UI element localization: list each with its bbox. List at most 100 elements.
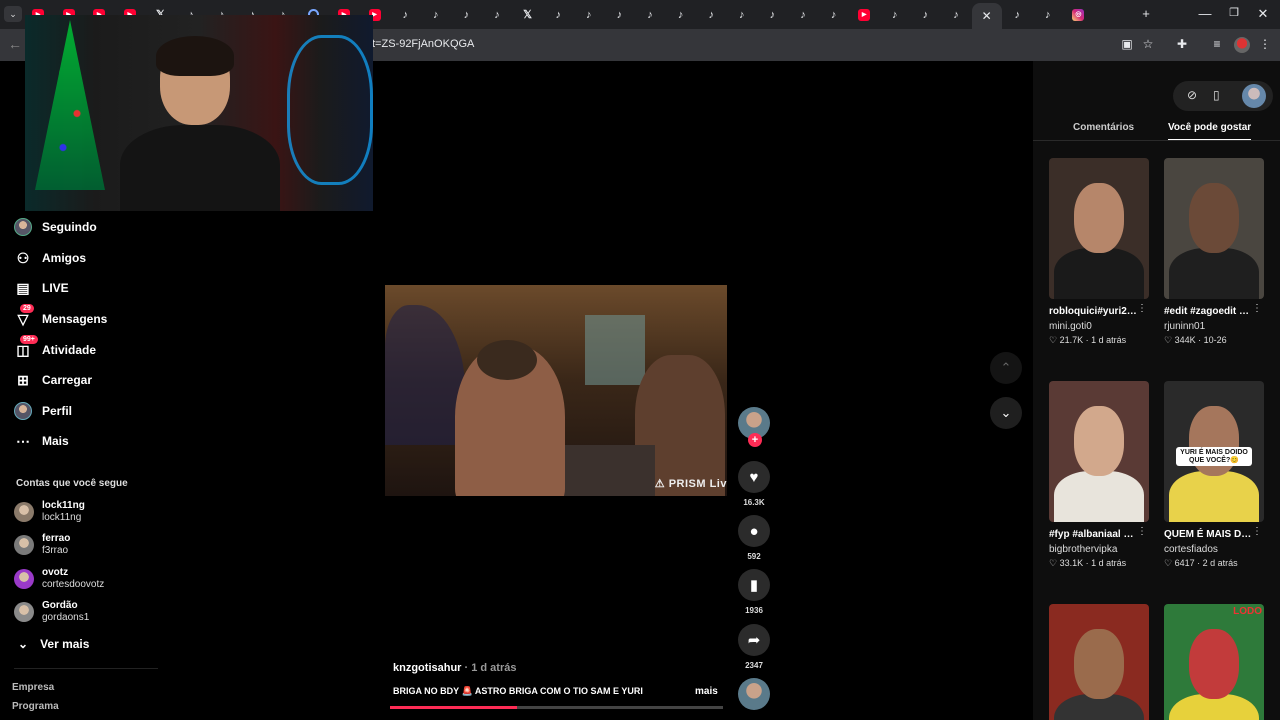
browser-tab[interactable]: ▶: [849, 4, 879, 25]
browser-tab[interactable]: ♪: [788, 4, 818, 25]
recommended-video-card[interactable]: #fyp #albaniaal #kosova #bbvk...⋮ bigbrot…: [1049, 381, 1149, 569]
profile-avatar[interactable]: [1234, 37, 1250, 53]
thumbnail-text: YURI É MAIS DOIDO QUE VOCÊ?😊: [1176, 447, 1252, 466]
close-icon[interactable]: ✕: [982, 9, 992, 23]
bookmark-button[interactable]: ▮ 1936: [738, 569, 770, 615]
video-thumbnail[interactable]: [1049, 158, 1149, 299]
browser-tab[interactable]: ♪: [482, 4, 512, 25]
browser-tab[interactable]: ♪: [819, 4, 849, 25]
browser-tab[interactable]: ♪: [451, 4, 481, 25]
following-account[interactable]: Gordão gordaons1: [14, 600, 89, 624]
browser-tab[interactable]: ♪: [757, 4, 787, 25]
footer-link-company[interactable]: Empresa: [12, 682, 54, 693]
nav-profile[interactable]: Perfil: [14, 399, 72, 423]
tab-comments[interactable]: Comentários: [1073, 122, 1134, 133]
card-likes: 344K: [1174, 335, 1196, 345]
video-thumbnail[interactable]: YURI É MAIS DOIDO QUE VOCÊ?😊: [1164, 381, 1264, 522]
sound-avatar[interactable]: [738, 678, 770, 710]
browser-tab[interactable]: ♪: [543, 4, 573, 25]
video-thumbnail[interactable]: [1164, 158, 1264, 299]
browser-tab[interactable]: 𝕏: [513, 4, 543, 25]
browser-tab[interactable]: ♪: [666, 4, 696, 25]
browser-tab[interactable]: ♪: [910, 4, 940, 25]
nav-messages-label: Mensagens: [42, 312, 108, 326]
browser-tab[interactable]: ✕: [971, 3, 1002, 29]
browser-tab[interactable]: ♪: [696, 4, 726, 25]
caption-more-link[interactable]: mais: [695, 686, 718, 697]
recommended-video-card[interactable]: LODO: [1164, 604, 1264, 720]
browser-tab[interactable]: ♪: [574, 4, 604, 25]
following-account[interactable]: lock11ng lock11ng: [14, 500, 85, 524]
video-progress-bar[interactable]: [390, 706, 723, 709]
nav-live[interactable]: ▤ LIVE: [14, 276, 68, 300]
nav-messages[interactable]: ▽ 29 Mensagens: [14, 304, 108, 331]
minimize-button[interactable]: —: [1195, 6, 1215, 21]
video-thumbnail[interactable]: [1049, 381, 1149, 522]
browser-tab[interactable]: ◎: [1063, 4, 1093, 25]
webcam-overlay: [25, 15, 373, 211]
new-tab-button[interactable]: +: [1136, 6, 1156, 21]
comment-button[interactable]: ● 592: [738, 515, 770, 561]
browser-tab[interactable]: ♪: [880, 4, 910, 25]
close-window-button[interactable]: ✕: [1253, 6, 1273, 22]
nav-upload[interactable]: ⊞ Carregar: [14, 368, 92, 392]
tiktok-icon: ♪: [586, 8, 592, 21]
recommended-video-card[interactable]: #edit #zagoedit #zago #foryou...⋮ rjuninn…: [1164, 158, 1264, 346]
next-video-button[interactable]: ⌄: [990, 397, 1022, 429]
browser-tab[interactable]: ♪: [635, 4, 665, 25]
more-options-icon[interactable]: ⋮: [1252, 526, 1262, 537]
maximize-button[interactable]: ❐: [1224, 6, 1244, 19]
tiktok-icon: ♪: [463, 8, 470, 21]
device-icon[interactable]: ▯: [1213, 88, 1220, 102]
menu-dots-icon[interactable]: ⋮: [1256, 37, 1274, 51]
thumbnail-face: [1074, 629, 1124, 699]
recommended-video-card[interactable]: robloquici#yuri22 #foryou⋮ mini.goti0 ♡ 21…: [1049, 158, 1149, 346]
browser-tab[interactable]: ♪: [1033, 4, 1063, 25]
activity-icon: ◫ 99+: [14, 335, 38, 359]
nav-friends[interactable]: ⚇ Amigos: [14, 246, 86, 270]
following-account[interactable]: ferrao f3rrao: [14, 533, 70, 557]
browser-tab[interactable]: ♪: [390, 4, 420, 25]
like-button[interactable]: ♥ 16.3K: [738, 461, 770, 507]
top-actions-pill: ⊘ ▯: [1173, 81, 1273, 111]
tab-search-chevron-icon[interactable]: ⌄: [4, 6, 22, 22]
recommended-video-card[interactable]: YURI É MAIS DOIDO QUE VOCÊ?😊 QUEM É MAIS …: [1164, 381, 1264, 569]
more-options-icon[interactable]: ⋮: [1252, 303, 1262, 314]
user-avatar[interactable]: [1242, 84, 1266, 108]
post-time: · 1 d atrás: [461, 662, 517, 674]
chevron-down-icon: ⌄: [1000, 405, 1012, 420]
share-button[interactable]: ➦ 2347: [738, 624, 770, 670]
tab-you-may-like[interactable]: Você pode gostar: [1168, 122, 1252, 141]
bookmark-star-icon[interactable]: ☆: [1139, 37, 1157, 51]
tiktok-icon: ♪: [402, 8, 408, 21]
reading-list-icon[interactable]: ≡: [1208, 37, 1226, 51]
browser-tab[interactable]: ♪: [1002, 4, 1032, 25]
browser-tab[interactable]: ♪: [604, 4, 634, 25]
compass-icon[interactable]: ⊘: [1187, 88, 1197, 102]
footer-link-program[interactable]: Programa: [12, 701, 59, 712]
see-more-label: Ver mais: [40, 637, 90, 651]
video-author[interactable]: knzgotisahur · 1 d atrás: [393, 662, 516, 674]
follow-plus-button[interactable]: +: [748, 433, 762, 447]
video-player[interactable]: ⚠ PRISM Liv: [385, 285, 727, 496]
nav-more[interactable]: ⋯ Mais: [14, 429, 69, 453]
nav-activity[interactable]: ◫ 99+ Atividade: [14, 335, 97, 362]
back-arrow-icon[interactable]: ←: [8, 36, 22, 52]
see-more-button[interactable]: ⌄ Ver mais: [18, 637, 89, 651]
nav-following[interactable]: Seguindo: [14, 215, 97, 239]
nav-activity-label: Atividade: [42, 343, 97, 357]
browser-tab[interactable]: ♪: [941, 4, 971, 25]
cast-icon[interactable]: ▣: [1118, 37, 1136, 51]
previous-video-button[interactable]: ⌃: [990, 352, 1022, 384]
recommended-video-card[interactable]: [1049, 604, 1149, 720]
following-account[interactable]: ovotz cortesdoovotz: [14, 567, 104, 591]
more-options-icon[interactable]: ⋮: [1137, 526, 1147, 537]
address-bar[interactable]: t=ZS-92FjAnOKQGA: [372, 38, 474, 50]
video-thumbnail[interactable]: [1049, 604, 1149, 720]
browser-tab[interactable]: ♪: [727, 4, 757, 25]
more-options-icon[interactable]: ⋮: [1137, 303, 1147, 314]
extensions-icon[interactable]: ✚: [1173, 37, 1191, 51]
browser-tab[interactable]: ♪: [421, 4, 451, 25]
video-thumbnail[interactable]: LODO: [1164, 604, 1264, 720]
nav-upload-label: Carregar: [42, 373, 93, 387]
